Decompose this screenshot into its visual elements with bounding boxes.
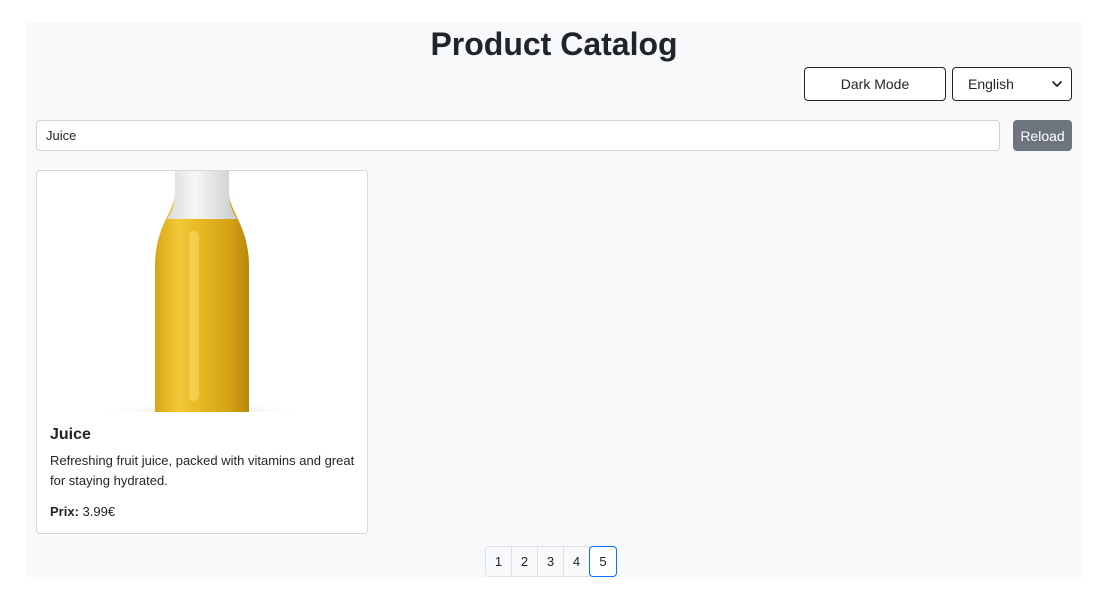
search-input-value: Juice <box>46 128 77 143</box>
chevron-down-icon <box>1052 81 1062 87</box>
product-name: Juice <box>50 426 91 443</box>
page-link-5-current[interactable]: 5 <box>589 546 617 577</box>
pagination: 1 2 3 4 5 <box>485 546 617 577</box>
reload-button[interactable]: Reload <box>1013 120 1072 151</box>
search-input[interactable]: Juice <box>36 120 1000 151</box>
dark-mode-button[interactable]: Dark Mode <box>804 67 946 101</box>
product-description: Refreshing fruit juice, packed with vita… <box>50 453 355 488</box>
page-link-4[interactable]: 4 <box>563 546 590 577</box>
juice-bottle-image <box>37 171 367 412</box>
product-price: Prix: 3.99€ <box>50 504 115 519</box>
price-label: Prix: <box>50 504 79 519</box>
page-link-2[interactable]: 2 <box>511 546 538 577</box>
page-link-1[interactable]: 1 <box>485 546 512 577</box>
product-card[interactable]: Juice Refreshing fruit juice, packed wit… <box>36 170 368 534</box>
page-link-3[interactable]: 3 <box>537 546 564 577</box>
language-select[interactable]: English <box>952 67 1072 101</box>
price-value: 3.99€ <box>82 504 116 519</box>
language-select-value: English <box>968 76 1014 92</box>
page-title: Product Catalog <box>430 26 678 62</box>
catalog-page: Product Catalog Dark Mode English Juice … <box>26 22 1082 577</box>
